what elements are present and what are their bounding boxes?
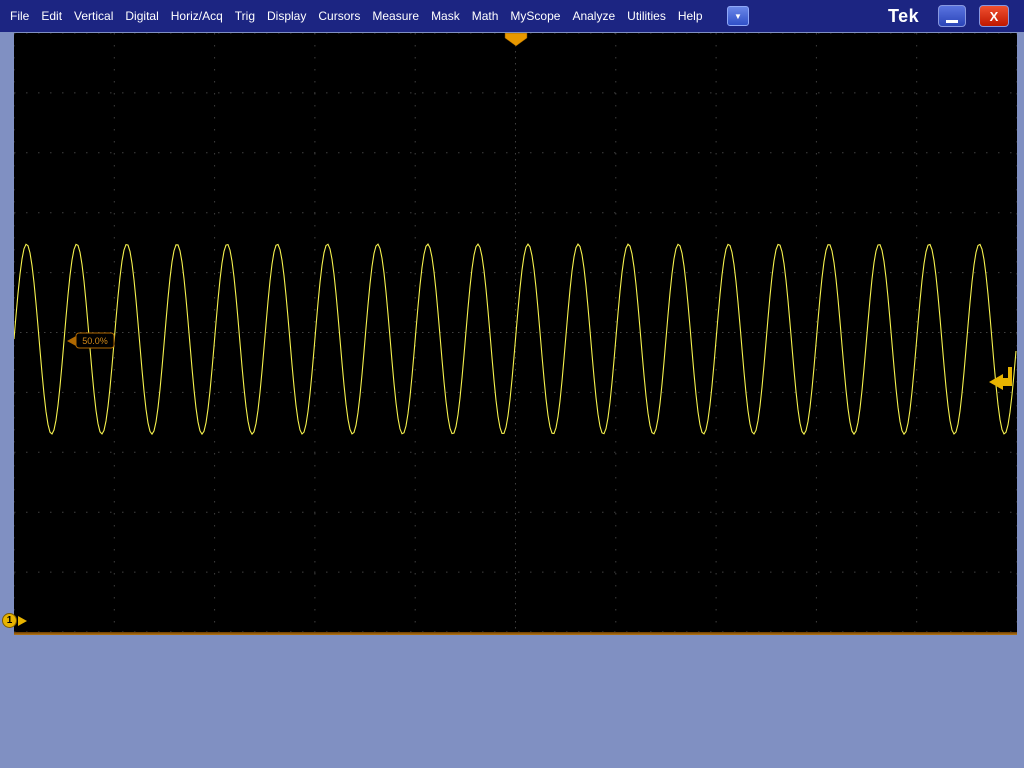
menu-item-display[interactable]: Display bbox=[261, 0, 312, 32]
tek-logo: Tek bbox=[888, 6, 919, 27]
close-button[interactable]: X bbox=[979, 5, 1009, 27]
trigger-level-marker[interactable] bbox=[989, 367, 1012, 390]
menu-item-myscope[interactable]: MyScope bbox=[504, 0, 566, 32]
menu-bar: FileEditVerticalDigitalHoriz/AcqTrigDisp… bbox=[0, 0, 1024, 32]
menu-item-measure[interactable]: Measure bbox=[366, 0, 425, 32]
waveform-display[interactable]: 50.0% bbox=[14, 33, 1017, 632]
menu-item-edit[interactable]: Edit bbox=[35, 0, 68, 32]
menu-item-analyze[interactable]: Analyze bbox=[566, 0, 621, 32]
trigger-percent-text: 50.0% bbox=[82, 336, 108, 346]
close-icon: X bbox=[990, 9, 999, 24]
channel1-arrow-icon bbox=[18, 616, 27, 626]
menu-item-cursors[interactable]: Cursors bbox=[312, 0, 366, 32]
menu-item-horiz-acq[interactable]: Horiz/Acq bbox=[165, 0, 229, 32]
menu-item-vertical[interactable]: Vertical bbox=[68, 0, 119, 32]
minimize-button[interactable] bbox=[938, 5, 966, 27]
channel1-badge-icon: 1 bbox=[2, 613, 17, 628]
scope-graticule-svg: 50.0% bbox=[14, 33, 1017, 632]
trigger-percent-flag[interactable]: 50.0% bbox=[67, 333, 114, 348]
chevron-down-icon: ▼ bbox=[734, 12, 742, 21]
channel1-position-marker[interactable]: 1 bbox=[2, 613, 27, 628]
menu-item-digital[interactable]: Digital bbox=[119, 0, 164, 32]
menu-items: FileEditVerticalDigitalHoriz/AcqTrigDisp… bbox=[4, 0, 709, 32]
status-panel: C1 20.0mV/div 50Ω BW:20.0G A' C1 79.6mV … bbox=[0, 635, 1024, 768]
menu-item-math[interactable]: Math bbox=[466, 0, 505, 32]
menu-item-help[interactable]: Help bbox=[672, 0, 709, 32]
menu-item-file[interactable]: File bbox=[4, 0, 35, 32]
minimize-icon bbox=[946, 20, 958, 23]
trigger-position-marker[interactable] bbox=[505, 33, 527, 46]
menu-item-mask[interactable]: Mask bbox=[425, 0, 466, 32]
menu-item-trig[interactable]: Trig bbox=[229, 0, 261, 32]
menu-dropdown-button[interactable]: ▼ bbox=[727, 6, 749, 26]
menu-item-utilities[interactable]: Utilities bbox=[621, 0, 672, 32]
